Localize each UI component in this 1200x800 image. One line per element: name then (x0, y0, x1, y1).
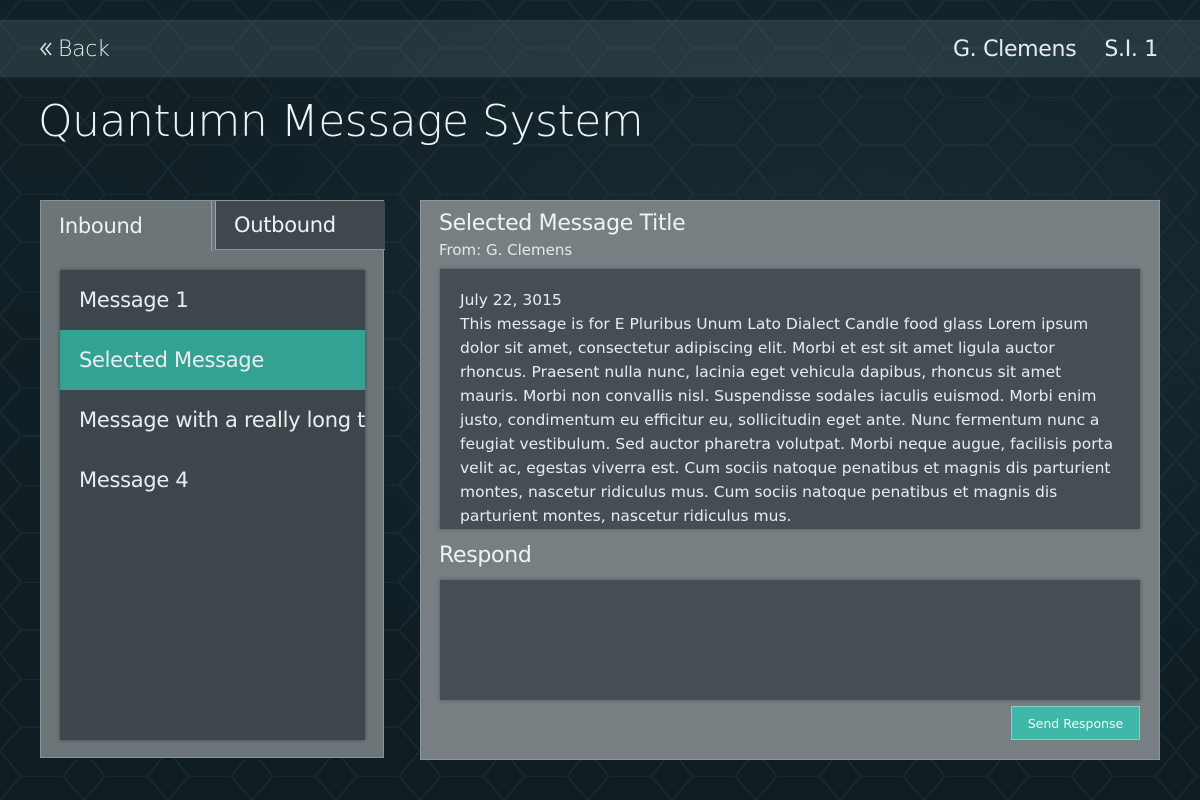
message-detail-panel: Selected Message Title From: G. Clemens … (420, 200, 1160, 760)
back-button[interactable]: Back (38, 33, 110, 65)
message-list-panel: Inbound Outbound Message 1 Selected Mess… (40, 200, 385, 758)
send-response-button[interactable]: Send Response (1011, 706, 1140, 740)
user-name: G. Clemens (952, 36, 1077, 62)
list-item-long-message[interactable]: Message with a really long title that is… (60, 390, 365, 450)
tab-inbound[interactable]: Inbound (41, 201, 212, 251)
message-date: July 22, 3015 (460, 291, 562, 309)
message-body: July 22, 3015 This message is for E Plur… (440, 269, 1140, 529)
message-text: This message is for E Pluribus Unum Lato… (460, 315, 1114, 525)
session-id: S.I. 1 (1104, 36, 1158, 62)
page-title: Quantumn Message System (38, 96, 644, 147)
list-item-message-4[interactable]: Message 4 (60, 450, 365, 510)
list-item-message-1[interactable]: Message 1 (60, 270, 365, 330)
back-label: Back (58, 36, 110, 62)
response-input[interactable] (440, 580, 1140, 700)
top-bar: Back G. Clemens S.I. 1 (0, 20, 1200, 78)
double-chevron-left-icon (40, 42, 52, 56)
message-tabs: Inbound Outbound (41, 201, 385, 251)
respond-label: Respond (439, 543, 532, 568)
app-root: Back G. Clemens S.I. 1 Quantumn Message … (0, 0, 1200, 800)
tab-outbound[interactable]: Outbound (215, 201, 385, 250)
message-list: Message 1 Selected Message Message with … (60, 270, 365, 740)
message-sender: From: G. Clemens (439, 241, 573, 259)
user-info: G. Clemens S.I. 1 (953, 33, 1158, 65)
message-title: Selected Message Title (439, 211, 686, 236)
list-item-selected-message[interactable]: Selected Message (60, 330, 365, 390)
